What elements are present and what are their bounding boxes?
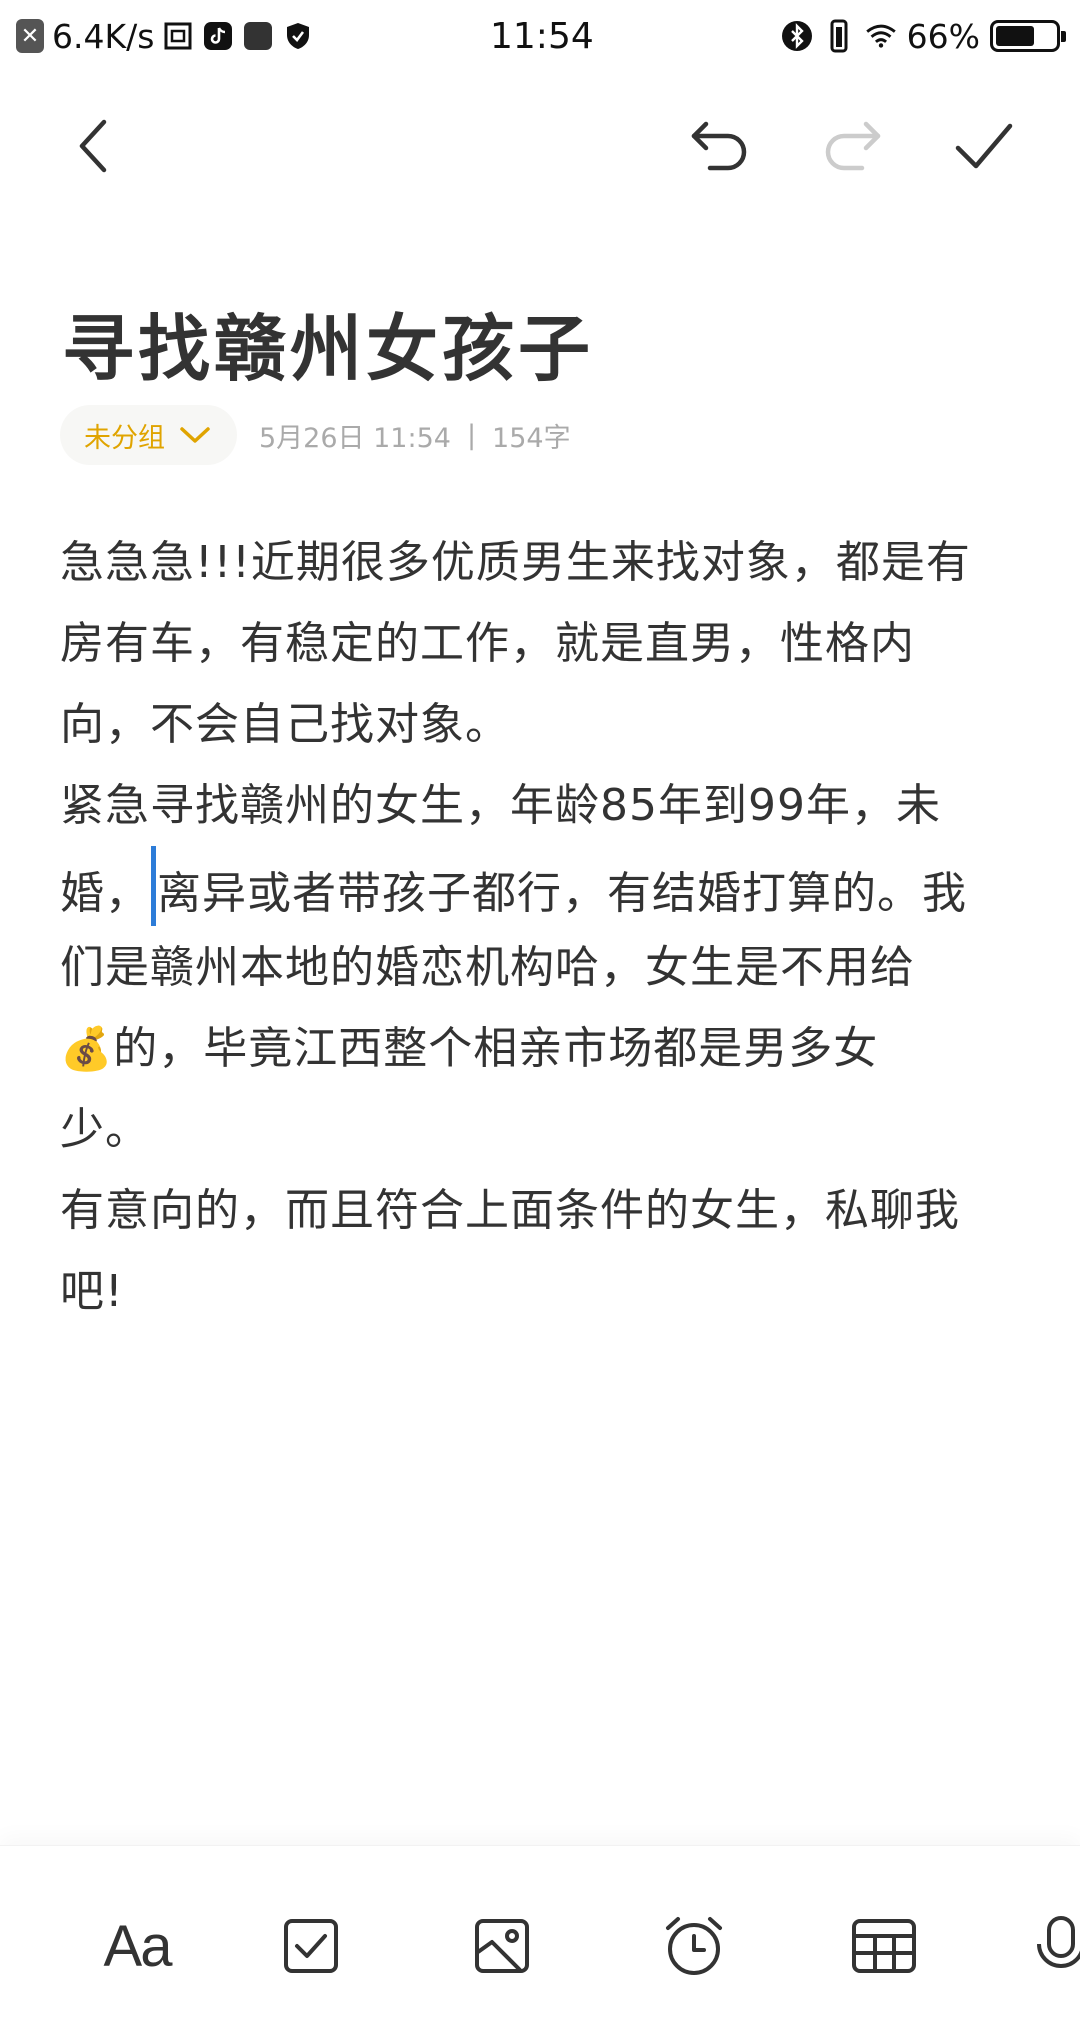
note-meta-row: 未分组 5月26日 11:54 | 154字 xyxy=(60,405,571,465)
checkmark-icon xyxy=(955,123,1013,169)
wifi-icon xyxy=(865,20,897,52)
battery-level-fill xyxy=(996,26,1035,46)
shield-icon xyxy=(282,20,314,52)
vibrate-icon xyxy=(823,19,855,53)
status-bar: ✕ 6.4K/s 11:54 66% xyxy=(0,0,1080,76)
microphone-icon xyxy=(1037,1916,1080,1968)
close-notify-icon: ✕ xyxy=(16,19,44,53)
done-button[interactable] xyxy=(948,110,1020,182)
body-line-7-text: 的，毕竟江西整个相亲市场都是男多女 xyxy=(113,1023,879,1074)
redo-icon xyxy=(825,121,881,171)
table-button[interactable] xyxy=(844,1906,924,1986)
bluetooth-icon xyxy=(781,20,813,52)
editor-toolbar xyxy=(0,100,1080,190)
body-line-4: 紧急寻找赣州的女生，年龄85年到99年，未 xyxy=(60,780,941,831)
body-line-5: 婚， 离异或者带孩子都行，有结婚打算的。我 xyxy=(60,846,1040,927)
checklist-icon xyxy=(284,1919,338,1973)
chevron-down-icon xyxy=(180,427,210,443)
money-bag-emoji: 💰 xyxy=(60,1024,114,1073)
status-bar-left: ✕ 6.4K/s xyxy=(16,16,314,56)
undo-icon xyxy=(691,121,747,171)
reminder-button[interactable] xyxy=(654,1906,734,1986)
body-line-7: 💰的，毕竟江西整个相亲市场都是男多女 xyxy=(60,1008,1040,1089)
tiktok-icon xyxy=(202,20,234,52)
app-icon xyxy=(162,20,194,52)
battery-percent: 66% xyxy=(906,16,980,56)
voice-button[interactable] xyxy=(1035,1906,1080,1986)
text-format-label: Aa xyxy=(103,1913,173,1979)
alarm-icon xyxy=(666,1917,722,1975)
note-date: 5月26日 11:54 xyxy=(259,422,451,454)
body-line-5-after-cursor: 离异或者带孩子都行，有结婚打算的。我 xyxy=(157,868,967,919)
body-line-1: 急急急!!!近期很多优质男生来找对象，都是有 xyxy=(60,537,971,588)
body-line-3: 向，不会自己找对象。 xyxy=(60,699,510,750)
image-icon xyxy=(475,1919,529,1973)
net-speed-text: 6.4K/s xyxy=(52,16,155,56)
note-title[interactable]: 寻找赣州女孩子 xyxy=(62,290,594,395)
body-line-5-before-cursor: 婚， xyxy=(60,868,150,919)
undo-button[interactable] xyxy=(684,110,756,182)
note-editor-screen: ✕ 6.4K/s 11:54 66% 寻找赣州女孩子 未分组 5月26日 11:… xyxy=(0,0,1080,2034)
note-body[interactable]: 急急急!!!近期很多优质男生来找对象，都是有 房有车，有稳定的工作，就是直男，性… xyxy=(60,522,1040,1332)
bottom-toolbar: Aa xyxy=(0,1845,1080,2034)
image-button[interactable] xyxy=(462,1906,542,1986)
word-count: 154字 xyxy=(492,422,571,454)
redo-button[interactable] xyxy=(816,110,888,182)
text-format-button[interactable]: Aa xyxy=(82,1906,192,1986)
group-label: 未分组 xyxy=(84,422,165,454)
back-button[interactable] xyxy=(58,110,130,182)
status-bar-right: 66% xyxy=(781,16,1066,56)
body-line-8: 少。 xyxy=(60,1104,150,1155)
group-selector[interactable]: 未分组 xyxy=(60,405,237,465)
table-icon xyxy=(852,1919,916,1973)
body-line-6: 们是赣州本地的婚恋机构哈，女生是不用给 xyxy=(60,942,915,993)
checklist-button[interactable] xyxy=(271,1906,351,1986)
body-line-9: 有意向的，而且符合上面条件的女生，私聊我 xyxy=(60,1185,960,1236)
status-time: 11:54 xyxy=(490,16,594,57)
battery-icon xyxy=(990,20,1066,52)
text-cursor xyxy=(151,846,156,926)
body-line-10: 吧! xyxy=(60,1266,124,1317)
square-app-icon xyxy=(242,20,274,52)
body-line-2: 房有车，有稳定的工作，就是直男，性格内 xyxy=(60,618,915,669)
chevron-left-icon xyxy=(79,119,107,173)
meta-separator: | xyxy=(466,419,477,451)
